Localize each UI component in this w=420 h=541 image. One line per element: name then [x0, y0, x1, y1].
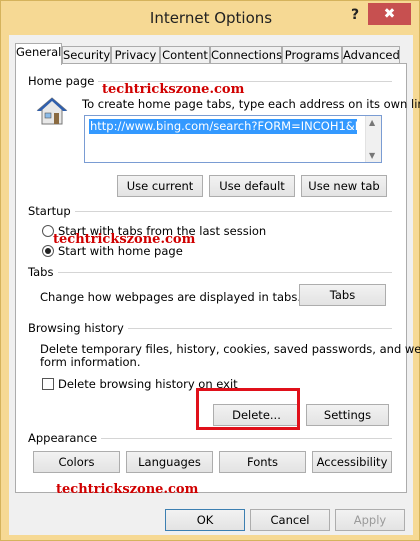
home-page-url-input[interactable]: http://www.bing.com/search?FORM=INCOH1&P…	[84, 115, 382, 163]
dialog-window: Internet Options ? ✖ General Security Pr…	[0, 0, 420, 541]
dialog-client: General Security Privacy Content Connect…	[9, 35, 420, 535]
help-icon[interactable]: ?	[345, 7, 365, 27]
general-panel: Home page techtrickszone.com To create h…	[15, 63, 420, 497]
home-page-label: Home page	[28, 74, 99, 88]
close-button[interactable]: ✖	[368, 3, 411, 25]
browsing-history-description-1: Delete temporary files, history, cookies…	[40, 342, 420, 356]
highlight-box	[196, 388, 300, 430]
home-page-description: To create home page tabs, type each addr…	[82, 97, 420, 111]
delete-on-exit-checkbox[interactable]	[42, 378, 54, 390]
house-icon	[36, 97, 68, 125]
use-new-tab-button[interactable]: Use new tab	[301, 175, 387, 197]
colors-button[interactable]: Colors	[33, 451, 120, 473]
cancel-button[interactable]: Cancel	[250, 509, 330, 531]
apply-button[interactable]: Apply	[335, 509, 405, 531]
divider	[74, 211, 392, 212]
tabs-button[interactable]: Tabs	[299, 284, 386, 306]
use-current-button[interactable]: Use current	[117, 175, 203, 197]
watermark-text: techtrickszone.com	[56, 482, 199, 497]
start-home-page-label[interactable]: Start with home page	[58, 244, 183, 258]
title-bar[interactable]: Internet Options ? ✖	[1, 1, 420, 35]
fonts-button[interactable]: Fonts	[219, 451, 306, 473]
home-page-url-value: http://www.bing.com/search?FORM=INCOH1&P…	[89, 119, 357, 134]
divider	[128, 328, 392, 329]
scroll-down-icon[interactable]: ▼	[369, 151, 375, 160]
browsing-history-description-2: form information.	[40, 355, 141, 369]
accessibility-button[interactable]: Accessibility	[312, 451, 392, 473]
tab-privacy[interactable]: Privacy	[111, 46, 160, 64]
watermark-text: techtrickszone.com	[102, 82, 245, 97]
tab-general[interactable]: General	[15, 43, 62, 65]
settings-button[interactable]: Settings	[306, 404, 389, 426]
browsing-history-label: Browsing history	[28, 321, 128, 335]
tab-connections[interactable]: Connections	[210, 46, 282, 64]
tabs-description: Change how webpages are displayed in tab…	[40, 290, 301, 304]
start-home-page-radio[interactable]	[42, 245, 54, 257]
scroll-up-icon[interactable]: ▲	[369, 118, 375, 127]
scrollbar[interactable]: ▲ ▼	[365, 116, 381, 162]
ok-button[interactable]: OK	[165, 509, 245, 531]
startup-label: Startup	[28, 204, 75, 218]
tab-programs[interactable]: Programs	[282, 46, 342, 64]
tabs-section-label: Tabs	[28, 265, 58, 279]
tab-security[interactable]: Security	[62, 46, 111, 64]
languages-button[interactable]: Languages	[126, 451, 213, 473]
tab-advanced[interactable]: Advanced	[342, 46, 400, 64]
divider	[96, 438, 392, 439]
use-default-button[interactable]: Use default	[209, 175, 295, 197]
tab-content[interactable]: Content	[160, 46, 210, 64]
divider	[58, 272, 392, 273]
appearance-label: Appearance	[28, 431, 102, 445]
